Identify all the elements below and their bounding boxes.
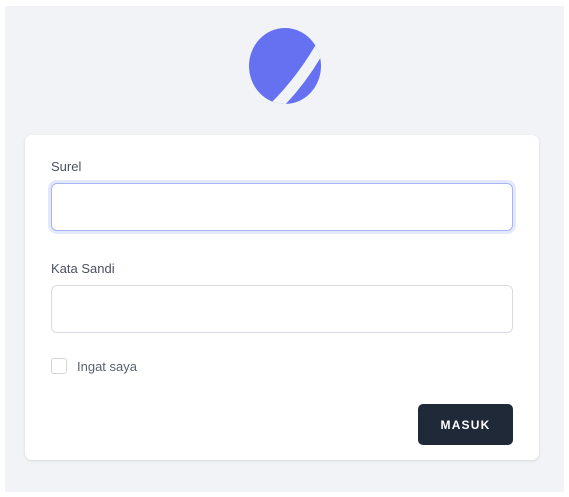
- login-page: Surel Kata Sandi Ingat saya MASUK: [5, 6, 564, 492]
- remember-me[interactable]: Ingat saya: [51, 357, 137, 375]
- login-button[interactable]: MASUK: [418, 404, 513, 445]
- email-label: Surel: [51, 159, 82, 174]
- login-card: Surel Kata Sandi Ingat saya MASUK: [25, 135, 539, 460]
- planet-logo-icon: [249, 28, 321, 104]
- app-logo: [247, 26, 323, 106]
- email-input[interactable]: [51, 183, 513, 231]
- password-input[interactable]: [51, 285, 513, 333]
- password-label: Kata Sandi: [51, 261, 115, 276]
- remember-me-label[interactable]: Ingat saya: [77, 359, 137, 374]
- remember-me-checkbox[interactable]: [51, 358, 67, 374]
